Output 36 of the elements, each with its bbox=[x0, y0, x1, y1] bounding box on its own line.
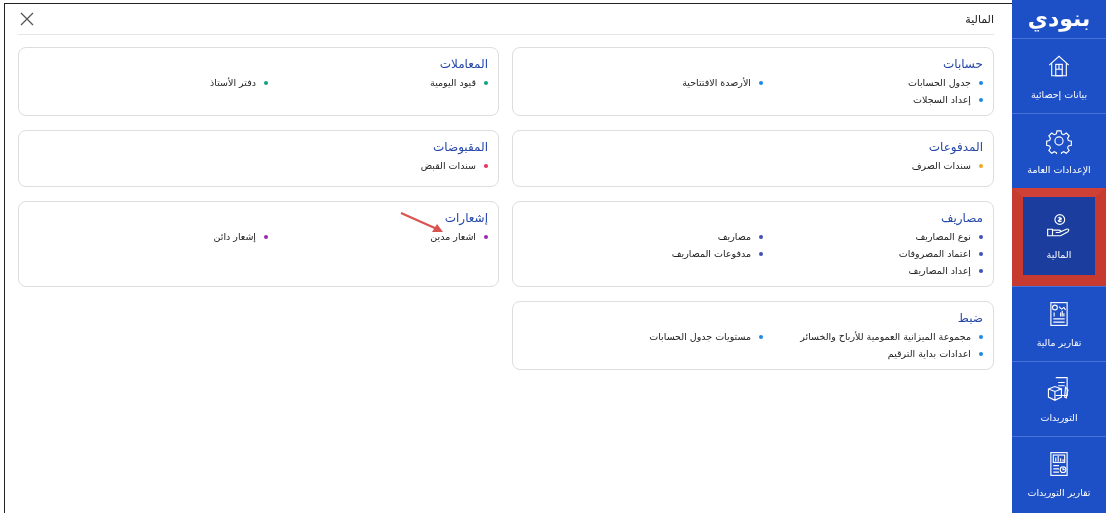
menu-link[interactable]: اشعار مدين bbox=[430, 231, 488, 242]
menu-link[interactable]: جدول الحسابات bbox=[908, 77, 983, 88]
section-title: المقبوضات bbox=[433, 140, 488, 154]
nav-item[interactable]: تقارير التوريدات bbox=[1012, 436, 1106, 511]
nav-item[interactable]: المالية bbox=[1012, 188, 1106, 286]
annotation-arrow bbox=[399, 211, 445, 235]
close-button[interactable] bbox=[18, 10, 36, 28]
menu-link[interactable]: مستويات جدول الحسابات bbox=[649, 331, 763, 342]
menu-link[interactable]: اعدادات بداية الترقيم bbox=[887, 348, 983, 359]
menu-link[interactable]: إشعار دائن bbox=[213, 231, 268, 242]
menu-link[interactable]: سندات القبض bbox=[420, 160, 488, 171]
section-title: مصاريف bbox=[940, 211, 983, 225]
menu-link[interactable]: دفتر الأستاذ bbox=[210, 77, 268, 88]
menu-link[interactable]: مصاريف bbox=[717, 231, 763, 242]
section-title: ضبط bbox=[957, 311, 983, 325]
brand-logo: بنودي bbox=[1026, 5, 1092, 34]
settings-icon bbox=[1046, 127, 1072, 154]
menu-link[interactable]: إعداد السجلات bbox=[913, 94, 983, 105]
page-title: المالية bbox=[965, 12, 994, 26]
nav-item[interactable]: بيانات إحصائية bbox=[1012, 38, 1106, 113]
menu-link[interactable]: سندات الصرف bbox=[911, 160, 983, 171]
menu-link[interactable]: اعتماد المصروفات bbox=[898, 248, 983, 259]
package-document-icon bbox=[1046, 375, 1072, 402]
section-title: المدفوعات bbox=[928, 140, 983, 154]
menu-link[interactable]: مدفوعات المصاريف bbox=[671, 248, 763, 259]
section-title: إشعارات bbox=[444, 211, 488, 225]
hand-coin-icon bbox=[1046, 212, 1072, 239]
section-title: المعاملات bbox=[439, 57, 488, 71]
menu-link[interactable]: إعداد المصاريف bbox=[908, 265, 983, 276]
menu-link[interactable]: الأرصدة الافتتاحية bbox=[682, 77, 763, 88]
menu-link[interactable]: نوع المصاريف bbox=[915, 231, 983, 242]
nav-item[interactable]: تقارير مالية bbox=[1012, 286, 1106, 361]
section-title: حسابات bbox=[942, 57, 983, 71]
nav-item[interactable]: التوريدات bbox=[1012, 361, 1106, 436]
menu-link[interactable]: مجموعة الميزانية العمومية للأرباح والخسائر bbox=[800, 331, 983, 342]
menu-link[interactable]: قيود اليومية bbox=[430, 77, 488, 88]
